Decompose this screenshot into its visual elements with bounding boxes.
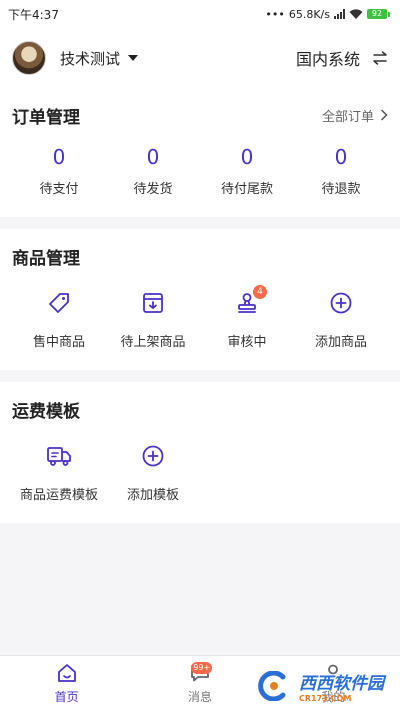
network-speed: 65.8K/s: [288, 7, 330, 21]
chevron-right-icon[interactable]: [380, 109, 388, 121]
plus-circle-icon[interactable]: [329, 291, 353, 315]
grid-label[interactable]: 商品运费模板: [12, 484, 106, 503]
order-count[interactable]: 0: [294, 142, 388, 172]
status-time: 下午4:37: [8, 7, 59, 22]
tab-label[interactable]: 首页: [55, 688, 79, 705]
order-label[interactable]: 待发货: [106, 178, 200, 197]
add-template-button[interactable]: 添加模板: [106, 436, 200, 503]
order-status-pending-shipment[interactable]: 0 待发货: [106, 142, 200, 197]
shipping-actions-row: 商品运费模板 添加模板: [12, 436, 388, 523]
order-status-pending-refund[interactable]: 0 待退款: [294, 142, 388, 197]
tab-home[interactable]: 首页: [0, 656, 133, 711]
plus-circle-icon[interactable]: [141, 444, 165, 468]
signal-icon: [334, 9, 345, 19]
order-status-pending-balance[interactable]: 0 待付尾款: [200, 142, 294, 197]
tab-messages[interactable]: 99+ 消息: [133, 656, 266, 711]
more-dots-icon: •••: [265, 7, 285, 21]
review-count-badge: 4: [253, 285, 267, 299]
order-label[interactable]: 待退款: [294, 178, 388, 197]
system-switch[interactable]: 国内系统: [296, 46, 388, 70]
all-orders-label[interactable]: 全部订单: [322, 106, 374, 125]
grid-label[interactable]: 审核中: [200, 331, 294, 350]
order-management-title: 订单管理: [12, 107, 80, 128]
user-name[interactable]: 技术测试: [60, 48, 120, 69]
products-under-review-button[interactable]: 4 审核中: [200, 283, 294, 350]
order-label[interactable]: 待付尾款: [200, 178, 294, 197]
shipping-template-title: 运费模板: [12, 401, 80, 422]
watermark-subtext: CR173.COM: [299, 694, 352, 703]
truck-icon[interactable]: [46, 444, 72, 468]
order-status-pending-payment[interactable]: 0 待支付: [12, 142, 106, 197]
switch-arrows-icon[interactable]: [372, 51, 388, 65]
order-status-row: 0 待支付 0 待发货 0 待付尾款 0 待退款: [12, 142, 388, 217]
message-count-badge: 99+: [191, 662, 213, 674]
product-actions-row: 售中商品 待上架商品 4 审核中 添加商品: [12, 283, 388, 370]
order-label[interactable]: 待支付: [12, 178, 106, 197]
grid-label[interactable]: 添加商品: [294, 331, 388, 350]
watermark-text: 西西软件园: [299, 674, 384, 694]
grid-label[interactable]: 售中商品: [12, 331, 106, 350]
grid-label[interactable]: 添加模板: [106, 484, 200, 503]
download-box-icon[interactable]: [141, 291, 165, 315]
order-management-card: 订单管理 全部订单 0 待支付 0 待发货 0 待付尾款 0 待退款: [0, 88, 400, 217]
wifi-icon: [349, 8, 363, 19]
home-icon[interactable]: [56, 662, 78, 684]
caret-down-icon[interactable]: [128, 55, 139, 61]
product-management-card: 商品管理 售中商品 待上架商品 4 审核中 添加商品: [0, 229, 400, 370]
battery-icon: 92: [367, 9, 390, 19]
order-count[interactable]: 0: [12, 142, 106, 172]
order-count[interactable]: 0: [200, 142, 294, 172]
all-orders-link[interactable]: 全部订单: [322, 106, 388, 125]
product-management-header: 商品管理: [12, 229, 388, 283]
grid-label[interactable]: 待上架商品: [106, 331, 200, 350]
header: 技术测试 国内系统: [0, 28, 400, 88]
watermark-logo-icon: [258, 671, 286, 701]
shipping-template-header: 运费模板: [12, 382, 388, 436]
product-management-title: 商品管理: [12, 248, 80, 269]
system-label[interactable]: 国内系统: [296, 46, 360, 70]
product-shipping-template-button[interactable]: 商品运费模板: [12, 436, 106, 503]
order-count[interactable]: 0: [106, 142, 200, 172]
products-to-list-button[interactable]: 待上架商品: [106, 283, 200, 350]
site-watermark: 西西软件园 CR173.COM: [253, 669, 384, 703]
add-product-button[interactable]: 添加商品: [294, 283, 388, 350]
shipping-template-card: 运费模板 商品运费模板 添加模板: [0, 382, 400, 523]
order-management-header: 订单管理 全部订单: [12, 88, 388, 142]
status-bar: 下午4:37 ••• 65.8K/s 92: [0, 0, 400, 28]
account-switcher[interactable]: 技术测试: [12, 41, 139, 75]
battery-level: 92: [367, 9, 387, 19]
status-indicators: ••• 65.8K/s 92: [265, 8, 390, 21]
avatar[interactable]: [12, 41, 46, 75]
watermark-text-block: 西西软件园 CR173.COM: [299, 669, 384, 703]
tag-icon[interactable]: [47, 291, 71, 315]
products-on-sale-button[interactable]: 售中商品: [12, 283, 106, 350]
tab-label[interactable]: 消息: [188, 688, 212, 705]
